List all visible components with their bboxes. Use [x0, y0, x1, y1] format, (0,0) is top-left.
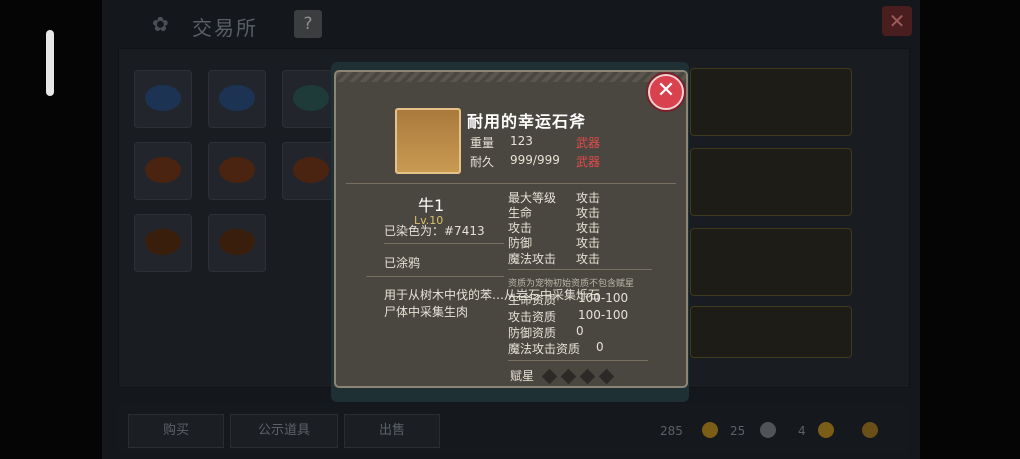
stat-value: 25 [730, 424, 746, 438]
buy-button[interactable]: 购买 [128, 414, 224, 448]
close-icon[interactable]: ✕ [648, 74, 684, 110]
divider [346, 183, 676, 184]
star-rating [541, 367, 620, 386]
divider [384, 243, 504, 244]
aptitude-note: 资质为宠物初始资质不包含赋星 [508, 279, 635, 289]
star-label: 赋星 [510, 369, 535, 383]
listing-card[interactable] [690, 228, 852, 296]
attr-label: 防御 [508, 236, 533, 250]
divider [508, 269, 652, 270]
public-items-button[interactable]: 公示道具 [230, 414, 338, 448]
listing-card[interactable] [690, 148, 852, 216]
inventory-slot[interactable] [134, 142, 192, 200]
attr-value: 攻击 [576, 252, 601, 266]
aptitude-value: 100-100 [578, 308, 629, 322]
durability-value: 999/999 [510, 153, 560, 167]
star-icon [560, 368, 577, 385]
exchange-icon: ✿ [152, 12, 169, 36]
aptitude-value: 100-100 [578, 291, 629, 305]
weight-tag: 武器 [576, 136, 601, 150]
inventory-slot[interactable] [134, 70, 192, 128]
pet-name: 牛1 [418, 196, 445, 215]
listing-card[interactable] [690, 68, 852, 136]
listing-card[interactable] [690, 306, 852, 358]
attr-label: 魔法攻击 [508, 252, 557, 266]
inventory-slot[interactable] [208, 70, 266, 128]
aptitude-label: 生命资质 [508, 293, 557, 307]
attr-value: 攻击 [576, 236, 601, 250]
gem-icon [760, 422, 776, 438]
gold-coin-icon [702, 422, 718, 438]
aptitude-label: 魔法攻击资质 [508, 342, 581, 356]
help-button[interactable]: ? [294, 10, 322, 38]
item-name: 耐用的幸运石斧 [467, 112, 587, 131]
durability-label: 耐久 [470, 155, 495, 169]
coin-icon [862, 422, 878, 438]
graffiti-status: 已涂鸦 [384, 256, 421, 270]
side-handle[interactable] [46, 30, 54, 96]
coin-icon [818, 422, 834, 438]
weight-label: 重量 [470, 136, 495, 150]
sell-button[interactable]: 出售 [344, 414, 440, 448]
aptitude-value: 0 [576, 324, 584, 338]
aptitude-value: 0 [596, 340, 604, 354]
inventory-slot[interactable] [134, 214, 192, 272]
durability-tag: 武器 [576, 155, 601, 169]
exchange-close-button[interactable]: ✕ [882, 6, 912, 36]
aptitude-label: 防御资质 [508, 326, 557, 340]
divider [366, 276, 504, 277]
weight-value: 123 [510, 134, 533, 148]
inventory-slot[interactable] [208, 214, 266, 272]
divider [508, 360, 648, 361]
decorative-border [336, 72, 686, 82]
inventory-slot[interactable] [208, 142, 266, 200]
star-icon [541, 368, 558, 385]
dye-status: 已染色为：#7413 [384, 224, 485, 238]
item-thumbnail [395, 108, 461, 174]
exchange-title: 交易所 [192, 16, 258, 40]
item-description: 尸体中采集生肉 [384, 305, 469, 319]
aptitude-label: 攻击资质 [508, 310, 557, 324]
stat-value: 4 [798, 424, 806, 438]
stat-value: 285 [660, 424, 683, 438]
star-icon [598, 368, 615, 385]
star-icon [579, 368, 596, 385]
